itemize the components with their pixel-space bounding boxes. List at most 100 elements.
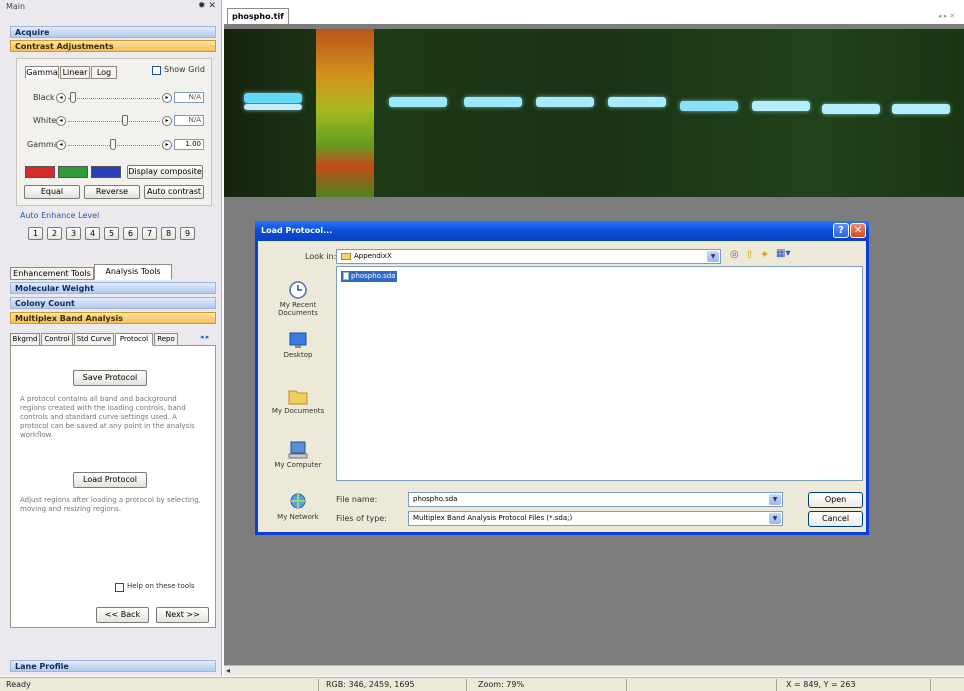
band <box>244 93 302 103</box>
blot-image[interactable] <box>224 29 964 197</box>
green-channel-swatch[interactable] <box>58 166 88 178</box>
tab-enhancement-tools[interactable]: Enhancement Tools <box>10 267 94 280</box>
load-protocol-button[interactable]: Load Protocol <box>73 472 147 488</box>
file-list[interactable]: phospho.sda <box>336 266 863 481</box>
black-label: Black <box>33 93 55 102</box>
tab-linear[interactable]: Linear <box>60 66 90 79</box>
black-increase-icon[interactable]: ▸ <box>162 93 172 103</box>
tab-analysis-tools[interactable]: Analysis Tools <box>94 264 172 280</box>
back-button[interactable]: << Back <box>96 607 149 623</box>
place-label: My Computer <box>274 461 322 469</box>
file-item[interactable]: phospho.sda <box>341 271 398 282</box>
enhance-level-button[interactable]: 1 <box>28 227 43 240</box>
band <box>244 104 302 110</box>
look-in-label: Look in: <box>305 252 337 261</box>
place-my-network[interactable]: My Network <box>264 493 332 521</box>
dialog-title-bar[interactable]: Load Protocol... ? ✕ <box>255 221 869 241</box>
tab-log[interactable]: Log <box>91 66 117 79</box>
section-molecular-weight[interactable]: Molecular Weight <box>10 282 216 294</box>
band <box>464 97 522 107</box>
gamma-increase-icon[interactable]: ▸ <box>162 140 172 150</box>
open-button[interactable]: Open <box>808 492 863 508</box>
black-slider[interactable]: ◂ ▸ <box>56 92 172 103</box>
enhance-level-button[interactable]: 8 <box>161 227 176 240</box>
save-protocol-description: A protocol contains all band and backgro… <box>20 395 195 439</box>
my-documents-icon <box>288 390 308 405</box>
help-on-tools-label: Help on these tools <box>127 582 195 590</box>
enhance-level-button[interactable]: 2 <box>47 227 62 240</box>
place-label: My Network <box>277 513 319 521</box>
status-coordinates: X = 849, Y = 263 <box>786 680 856 689</box>
enhance-level-button[interactable]: 3 <box>66 227 81 240</box>
places-bar: My Recent Documents Desktop My Documents… <box>264 269 332 525</box>
gamma-slider-thumb[interactable] <box>110 139 116 150</box>
help-on-tools-checkbox[interactable] <box>115 583 124 592</box>
white-decrease-icon[interactable]: ◂ <box>56 116 66 126</box>
white-value[interactable]: N/A <box>174 115 204 126</box>
file-icon <box>343 272 349 280</box>
tab-navigation-arrows-icon[interactable]: ◂ ▸ ✕ <box>938 12 955 20</box>
section-acquire[interactable]: Acquire <box>10 26 216 38</box>
file-name-input[interactable]: phospho.sda ▼ <box>408 492 783 507</box>
next-button[interactable]: Next >> <box>156 607 209 623</box>
chevron-down-icon[interactable]: ▼ <box>707 251 719 262</box>
place-desktop[interactable]: Desktop <box>264 331 332 359</box>
panel-pin-close-icon[interactable]: ✹ ✕ <box>198 1 216 11</box>
black-decrease-icon[interactable]: ◂ <box>56 93 66 103</box>
gamma-decrease-icon[interactable]: ◂ <box>56 140 66 150</box>
gamma-slider[interactable]: ◂ ▸ <box>56 139 172 150</box>
chevron-down-icon[interactable]: ▼ <box>769 494 781 505</box>
chevron-down-icon[interactable]: ▼ <box>769 513 781 524</box>
band <box>892 104 950 114</box>
scroll-left-icon[interactable]: ◂ <box>226 666 230 675</box>
back-nav-icon[interactable]: ◎ <box>730 249 739 260</box>
enhance-level-button[interactable]: 6 <box>123 227 138 240</box>
tab-gamma[interactable]: Gamma <box>25 66 59 79</box>
white-increase-icon[interactable]: ▸ <box>162 116 172 126</box>
my-computer-icon <box>288 441 308 459</box>
protocol-pane: Save Protocol A protocol contains all ba… <box>10 345 216 628</box>
new-folder-icon[interactable]: ✦ <box>760 248 769 261</box>
help-icon[interactable]: ? <box>833 223 849 238</box>
red-channel-swatch[interactable] <box>25 166 55 178</box>
enhance-level-button[interactable]: 9 <box>180 227 195 240</box>
load-protocol-dialog: Load Protocol... ? ✕ Look in: AppendixX … <box>255 221 869 535</box>
black-slider-thumb[interactable] <box>70 92 76 103</box>
look-in-dropdown[interactable]: AppendixX ▼ <box>336 249 721 264</box>
section-lane-profile[interactable]: Lane Profile <box>10 660 216 672</box>
enhance-level-button[interactable]: 4 <box>85 227 100 240</box>
black-value[interactable]: N/A <box>174 92 204 103</box>
save-protocol-button[interactable]: Save Protocol <box>73 370 147 386</box>
auto-contrast-button[interactable]: Auto contrast <box>144 185 204 199</box>
show-grid-label: Show Grid <box>164 65 205 74</box>
view-menu-icon[interactable]: ▦▾ <box>776 248 790 259</box>
white-slider-thumb[interactable] <box>122 115 128 126</box>
display-composite-button[interactable]: Display composite <box>127 165 203 179</box>
section-multiplex-band-analysis[interactable]: Multiplex Band Analysis <box>10 312 216 324</box>
section-contrast-adjustments[interactable]: Contrast Adjustments <box>10 40 216 52</box>
place-label: Desktop <box>283 351 313 359</box>
up-folder-icon[interactable]: ⇧ <box>745 248 754 261</box>
enhance-level-button[interactable]: 5 <box>104 227 119 240</box>
close-icon[interactable]: ✕ <box>850 223 866 238</box>
tab-protocol[interactable]: Protocol <box>115 333 153 346</box>
section-colony-count[interactable]: Colony Count <box>10 297 216 309</box>
enhance-level-button[interactable]: 7 <box>142 227 157 240</box>
gamma-value[interactable]: 1.00 <box>174 139 204 150</box>
tab-scroll-arrows-icon[interactable]: ◂ ▸ <box>200 333 209 341</box>
place-recent-documents[interactable]: My Recent Documents <box>264 281 332 317</box>
document-tab[interactable]: phospho.tif <box>227 8 289 24</box>
file-type-select[interactable]: Multiplex Band Analysis Protocol Files (… <box>408 511 783 526</box>
place-my-documents[interactable]: My Documents <box>264 387 332 415</box>
file-type-value: Multiplex Band Analysis Protocol Files (… <box>413 514 573 522</box>
white-slider[interactable]: ◂ ▸ <box>56 115 172 126</box>
reverse-button[interactable]: Reverse <box>84 185 140 199</box>
look-in-value: AppendixX <box>354 252 392 260</box>
blue-channel-swatch[interactable] <box>91 166 121 178</box>
application-window: Main ✹ ✕ Acquire Contrast Adjustments Ga… <box>0 0 964 691</box>
cancel-button[interactable]: Cancel <box>808 511 863 527</box>
equal-button[interactable]: Equal <box>24 185 80 199</box>
place-my-computer[interactable]: My Computer <box>264 441 332 469</box>
show-grid-checkbox[interactable] <box>152 66 161 75</box>
horizontal-scrollbar[interactable]: ◂ <box>224 665 964 676</box>
